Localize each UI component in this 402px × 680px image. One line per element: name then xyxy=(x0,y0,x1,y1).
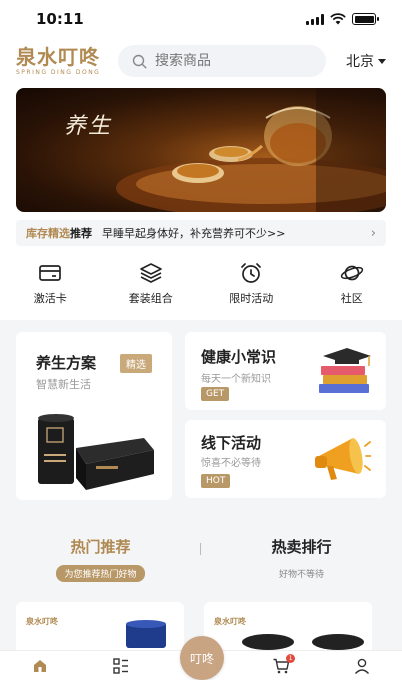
search-box[interactable] xyxy=(118,45,326,77)
product-box-illustration xyxy=(38,414,154,490)
plan-title: 养生方案 xyxy=(36,354,97,372)
chevron-right-icon: › xyxy=(370,225,376,241)
hot-tabs: 热门推荐 为您推荐热门好物 热卖排行 好物不等待 xyxy=(0,536,402,582)
get-badge: GET xyxy=(201,387,230,401)
product-brand: 泉水叮咚 xyxy=(26,617,58,626)
health-tips-card[interactable]: 健康小常识 每天一个新知识 GET xyxy=(185,332,386,410)
quick-item-label: 套装组合 xyxy=(128,292,173,305)
quick-item-label: 激活卡 xyxy=(33,292,67,305)
megaphone-icon xyxy=(315,438,371,480)
hot-section: 热门推荐 为您推荐热门好物 热卖排行 好物不等待 泉水叮咚 泉水叮咚 xyxy=(0,516,402,650)
quick-item-label: 限时活动 xyxy=(229,292,274,305)
category-icon xyxy=(112,657,128,674)
status-icons xyxy=(306,13,379,25)
tab-hot-recommend[interactable]: 热门推荐 为您推荐热门好物 xyxy=(0,536,201,582)
city-label: 北京 xyxy=(346,54,374,70)
logo: 泉水叮咚 SPRING DING DONG xyxy=(16,47,106,76)
offline-title: 线下活动 xyxy=(201,434,262,452)
notice-tag-suffix: 推荐 xyxy=(70,227,92,240)
books-graduation-cap-icon xyxy=(319,348,371,393)
tea-set-illustration xyxy=(116,88,386,212)
notice-tag-main: 库存精选 xyxy=(26,227,70,240)
quick-item-flash-event[interactable]: 限时活动 xyxy=(201,262,302,312)
product-image xyxy=(126,620,166,648)
center-action-button[interactable]: 叮咚 xyxy=(180,636,224,680)
quick-menu: 激活卡 套装组合 限时活动 社区 xyxy=(0,262,402,312)
planet-icon xyxy=(340,265,363,281)
tab-category[interactable] xyxy=(80,651,160,680)
search-input[interactable] xyxy=(155,53,305,69)
product-image xyxy=(242,634,364,650)
promo-banner[interactable]: 养生 xyxy=(16,88,386,212)
plan-card[interactable]: 养生方案 精选 智慧新生活 xyxy=(16,332,172,500)
signal-icon xyxy=(306,13,324,25)
cart-count-badge: 1 xyxy=(286,654,296,663)
status-time: 10:11 xyxy=(36,10,84,28)
alarm-clock-icon xyxy=(241,263,262,283)
tab-profile[interactable] xyxy=(322,651,402,680)
quick-item-activate-card[interactable]: 激活卡 xyxy=(0,262,101,312)
battery-icon xyxy=(352,13,379,25)
top-header: 泉水叮咚 SPRING DING DONG 北京 xyxy=(0,42,402,80)
quick-item-community[interactable]: 社区 xyxy=(302,262,402,312)
hot-badge: HOT xyxy=(201,474,231,488)
search-icon xyxy=(132,54,147,69)
home-icon xyxy=(34,659,47,672)
status-bar: 10:11 xyxy=(0,0,402,38)
tab-title: 热门推荐 xyxy=(70,538,131,556)
quick-item-label: 社区 xyxy=(340,292,363,305)
feature-section: 养生方案 精选 智慧新生活 健康小常识 每天一个新知识 GET 线下活动 惊喜不… xyxy=(0,320,402,516)
tab-cart[interactable]: 1 xyxy=(241,651,321,680)
notice-bar[interactable]: 库存精选推荐 早睡早起身体好，补充营养可不少>> › xyxy=(16,220,386,246)
logo-text: 泉水叮咚 xyxy=(16,44,100,69)
plan-badge: 精选 xyxy=(120,354,152,373)
logo-subtitle: SPRING DING DONG xyxy=(16,68,101,76)
offline-events-card[interactable]: 线下活动 惊喜不必等待 HOT xyxy=(185,420,386,498)
layers-icon xyxy=(139,263,162,283)
offline-subtitle: 惊喜不必等待 xyxy=(201,458,261,469)
card-icon xyxy=(39,265,62,281)
caret-down-icon xyxy=(378,58,386,64)
city-selector[interactable]: 北京 xyxy=(346,51,386,71)
wifi-icon xyxy=(330,13,346,25)
tab-best-sellers[interactable]: 热卖排行 好物不等待 xyxy=(201,536,402,582)
health-title: 健康小常识 xyxy=(201,348,277,366)
banner-title: 养生 xyxy=(64,114,113,139)
plan-subtitle: 智慧新生活 xyxy=(36,378,91,391)
tab-subtitle: 好物不等待 xyxy=(278,570,324,580)
health-subtitle: 每天一个新知识 xyxy=(201,374,271,385)
notice-text: 早睡早起身体好，补充营养可不少>> xyxy=(102,227,286,240)
tab-home[interactable] xyxy=(0,651,80,680)
tab-divider xyxy=(200,543,201,555)
notice-tag: 库存精选推荐 xyxy=(26,225,92,241)
product-card[interactable]: 泉水叮咚 xyxy=(204,602,372,650)
quick-item-bundle[interactable]: 套装组合 xyxy=(101,262,202,312)
user-icon xyxy=(354,658,369,674)
product-brand: 泉水叮咚 xyxy=(214,617,246,626)
product-card[interactable]: 泉水叮咚 xyxy=(16,602,184,650)
tab-title: 热卖排行 xyxy=(271,538,332,556)
tab-subtitle: 为您推荐热门好物 xyxy=(56,565,145,582)
